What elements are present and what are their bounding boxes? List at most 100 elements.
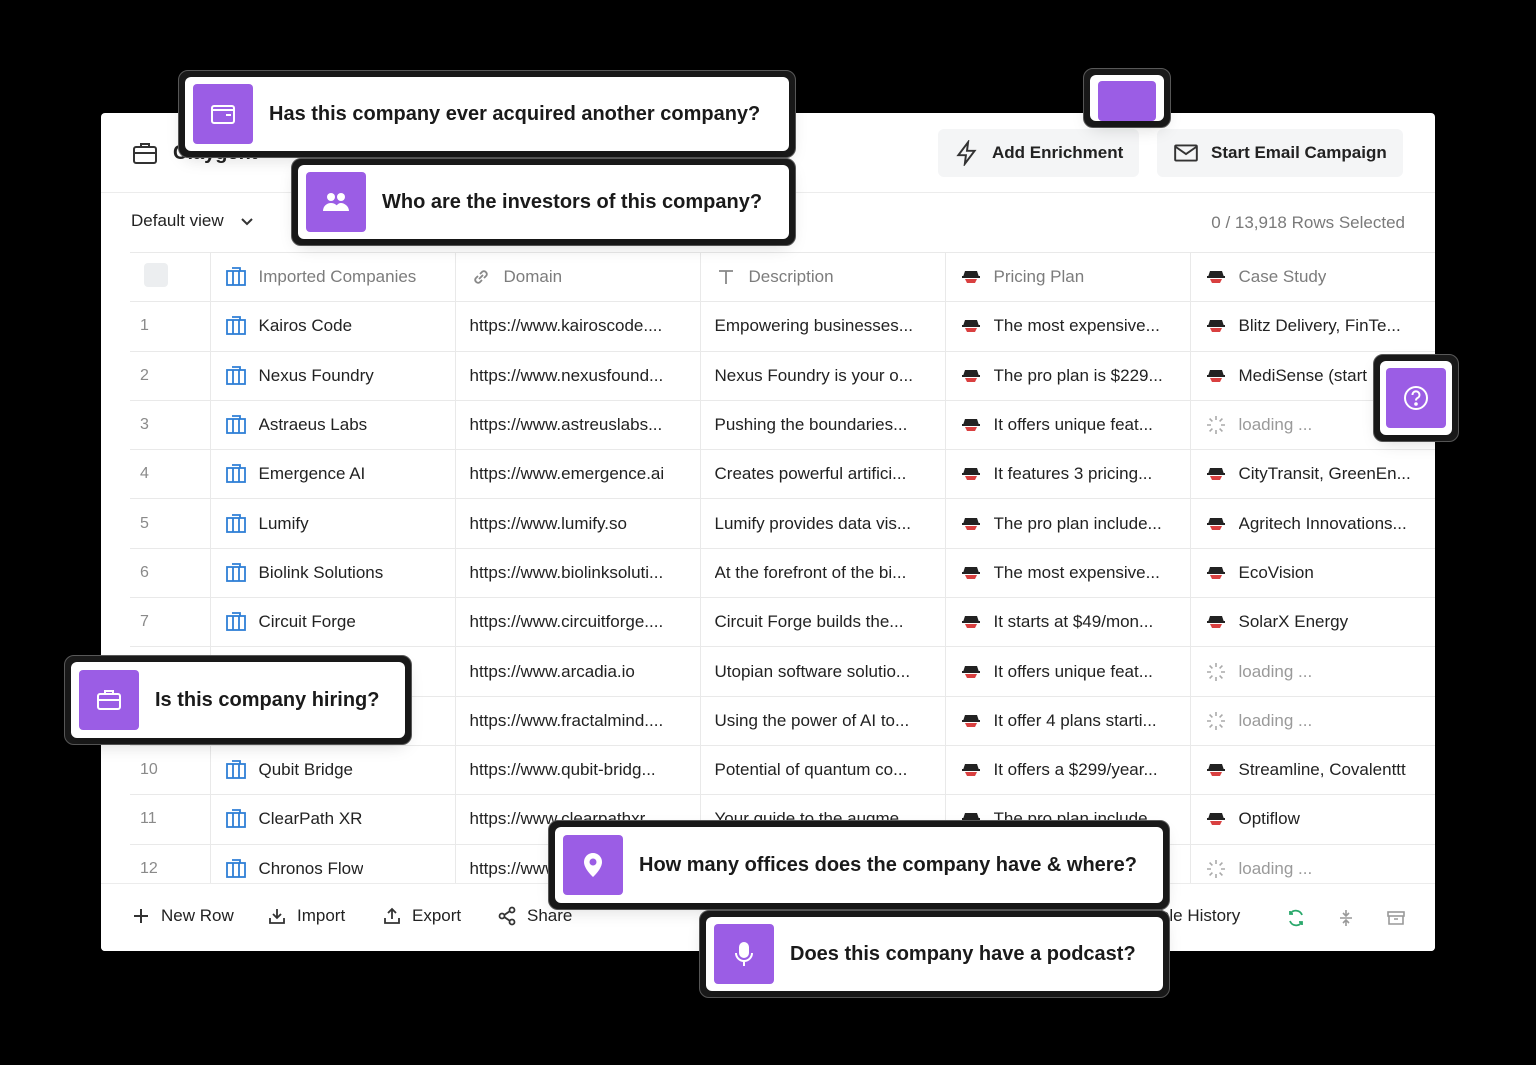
row-number: 4 [130,449,211,500]
agent-icon [961,271,980,284]
table-row[interactable]: 1 Kairos Code https://www.kairoscode.... Em… [130,301,1435,352]
table-cell-case-study[interactable]: Streamline, Covalenttt [1190,745,1435,796]
table-cell-description[interactable]: Circuit Forge builds the... [700,597,946,648]
table-cell-company[interactable]: Qubit Bridge [210,745,456,796]
table-cell-company[interactable]: Lumify [210,498,456,549]
table-row[interactable]: 5 Lumify https://www.lumify.so Lumify provi… [130,498,1435,549]
table-cell-pricing[interactable]: The pro plan include... [945,498,1191,549]
link-icon [473,270,488,284]
prompt-hiring[interactable]: Is this company hiring? [64,655,412,745]
select-all-checkbox[interactable] [144,262,168,287]
import-label: Import [297,906,346,925]
prompt-podcast[interactable]: Does this company have a podcast? [699,910,1170,998]
table-cell-domain[interactable]: https://www.kairoscode.... [455,301,701,352]
table-cell-description[interactable]: Pushing the boundaries... [700,400,946,451]
table-cell-company[interactable]: Astraeus Labs [210,400,456,451]
table-cell-case-study[interactable]: loading ... [1190,646,1435,697]
table-cell-domain[interactable]: https://www.fractalmind.... [455,696,701,746]
collapse-rows-icon[interactable] [1336,908,1356,928]
table-cell-domain[interactable]: https://www.arcadia.io [455,646,701,697]
briefcase-icon [133,143,157,164]
table-cell-domain[interactable]: https://www.lumify.so [455,498,701,549]
cell-text: https://www.arcadia.io [469,661,635,681]
table-cell-pricing[interactable]: The pro plan is $229... [945,351,1191,401]
column-header-label: Description [748,267,834,287]
table-cell-domain[interactable]: https://www.biolinksoluti... [455,548,701,599]
agent-icon [1206,764,1225,777]
table-icon [225,464,246,484]
column-header[interactable]: Pricing Plan [945,251,1191,303]
table-icon [225,316,246,336]
table-cell-case-study[interactable]: Optiflow [1190,794,1435,845]
agent-icon [1206,271,1225,284]
table-row[interactable]: 6 Biolink Solutions https://www.biolinksol… [130,548,1435,599]
prompt-acquired[interactable]: Has this company ever acquired another c… [178,70,796,158]
table-cell-company[interactable]: Emergence AI [210,449,456,500]
table-row[interactable]: 4 Emergence AI https://www.emergence.ai Cre… [130,449,1435,500]
table-icon [225,858,246,878]
table-cell-company[interactable]: Biolink Solutions [210,548,456,599]
prompt-offices[interactable]: How many offices does the company have &… [548,820,1170,910]
table-cell-pricing[interactable]: The most expensive... [945,548,1191,599]
table-cell-description[interactable]: Using the power of AI to... [700,696,946,746]
refresh-icon[interactable] [1286,908,1306,928]
cell-text: Utopian software solutio... [714,661,911,681]
table-cell-case-study[interactable]: CityTransit, GreenEn... [1190,449,1435,500]
column-header[interactable]: Imported Companies [210,251,456,303]
start-email-campaign-button[interactable]: Start Email Campaign [1157,129,1403,177]
table-cell-pricing[interactable]: It starts at $49/mon... [945,597,1191,648]
table-cell-domain[interactable]: https://www.qubit-bridg... [455,745,701,796]
table-cell-case-study[interactable]: loading ... [1190,696,1435,746]
prompt-question[interactable] [1373,354,1459,442]
table-cell-domain[interactable]: https://www.circuitforge.... [455,597,701,648]
table-cell-pricing[interactable]: It offers unique feat... [945,400,1191,451]
column-header[interactable]: Domain [455,251,701,303]
table-cell-case-study[interactable]: Agritech Innovations... [1190,498,1435,549]
export-button[interactable]: Export [382,906,461,926]
table-cell-case-study[interactable]: SolarX Energy [1190,597,1435,648]
table-cell-pricing[interactable]: The most expensive... [945,301,1191,352]
table-cell-domain[interactable]: https://www.astreuslabs... [455,400,701,451]
table-row[interactable]: 10 Qubit Bridge https://www.qubit-bridg...… [130,745,1435,796]
table-cell-pricing[interactable]: It offers a $299/year... [945,745,1191,796]
table-row[interactable]: 3 Astraeus Labs https://www.astreuslabs...… [130,400,1435,451]
table-cell-pricing[interactable]: It features 3 pricing... [945,449,1191,500]
new-row-button[interactable]: New Row [131,906,234,926]
table-cell-company[interactable]: ClearPath XR [210,794,456,845]
table-cell-domain[interactable]: https://www.emergence.ai [455,449,701,500]
table-row[interactable]: 7 Circuit Forge https://www.circuitforge..… [130,597,1435,648]
table-cell-description[interactable]: Potential of quantum co... [700,745,946,796]
table-cell-description[interactable]: Nexus Foundry is your o... [700,351,946,401]
column-header[interactable]: Description [700,251,946,303]
column-header-label: Case Study [1238,267,1327,287]
table-cell-description[interactable]: Lumify provides data vis... [700,498,946,549]
table-cell-company[interactable]: Circuit Forge [210,597,456,648]
cell-text: loading ... [1238,858,1313,878]
add-enrichment-button[interactable]: Add Enrichment [938,129,1140,177]
table-cell-case-study[interactable]: Blitz Delivery, FinTe... [1190,301,1435,352]
cell-text: EcoVision [1238,562,1314,582]
table-row[interactable]: 2 Nexus Foundry https://www.nexusfound... N… [130,351,1435,401]
import-button[interactable]: Import [267,906,345,926]
agent-icon [961,369,980,382]
table-cell-company[interactable]: Nexus Foundry [210,351,456,401]
cell-text: Qubit Bridge [258,760,354,780]
column-header[interactable]: Case Study [1190,251,1435,303]
prompt-partial-top[interactable] [1083,68,1171,128]
cell-text: https://www.biolinksoluti... [469,562,664,582]
import-icon [269,909,285,924]
table-cell-description[interactable]: Empowering businesses... [700,301,946,352]
select-all-checkbox-cell[interactable] [130,251,211,303]
archive-icon[interactable] [1386,908,1406,928]
table-cell-description[interactable]: At the forefront of the bi... [700,548,946,599]
table-cell-company[interactable]: Kairos Code [210,301,456,352]
view-dropdown[interactable]: Default view [131,211,256,231]
table-cell-pricing[interactable]: It offer 4 plans starti... [945,696,1191,746]
table-cell-pricing[interactable]: It offers unique feat... [945,646,1191,697]
table-cell-description[interactable]: Utopian software solutio... [700,646,946,697]
table-cell-domain[interactable]: https://www.nexusfound... [455,351,701,401]
table-header-row: Imported Companies Domain Description Prici… [130,251,1435,303]
table-cell-description[interactable]: Creates powerful artifici... [700,449,946,500]
table-cell-case-study[interactable]: EcoVision [1190,548,1435,599]
prompt-investors[interactable]: Who are the investors of this company? [291,158,796,246]
